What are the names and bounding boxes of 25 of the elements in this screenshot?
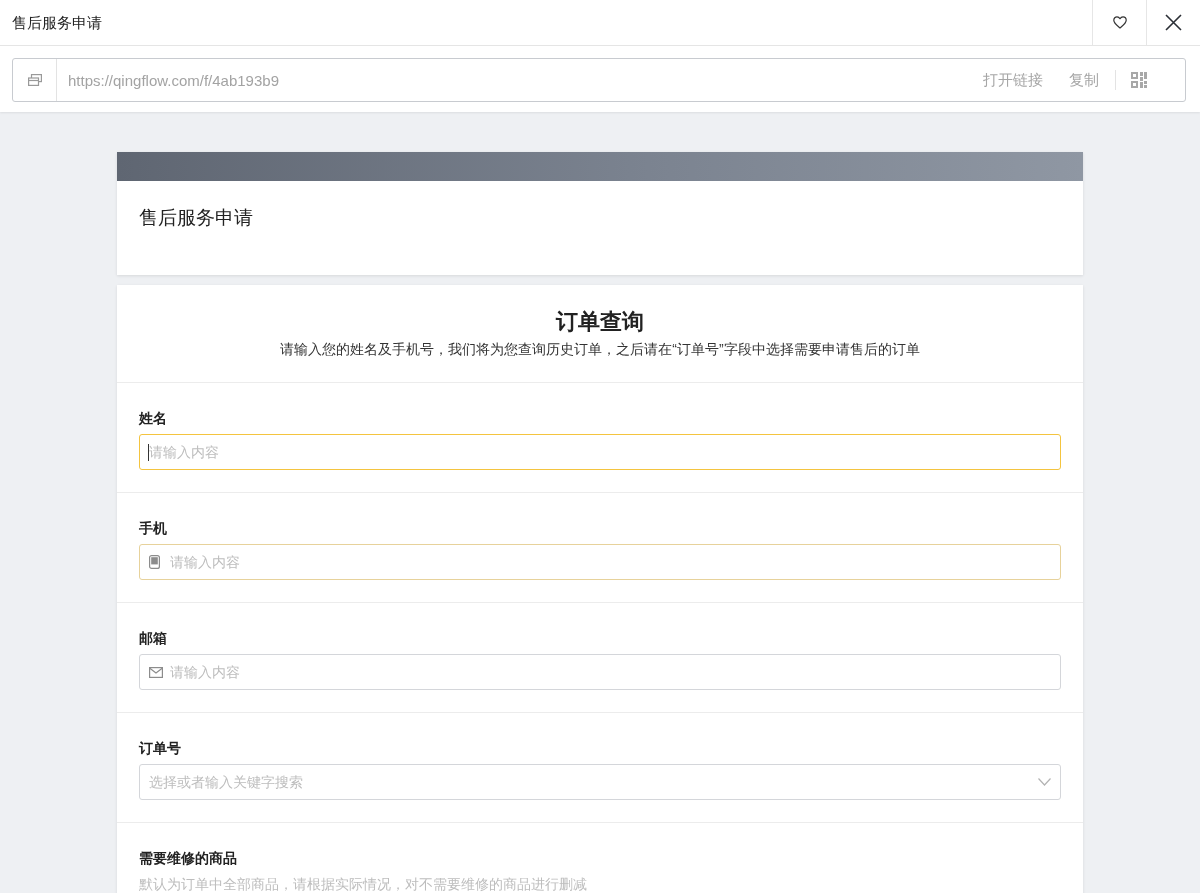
text-caret [148,444,149,461]
field-label: 订单号 [139,739,181,758]
open-link-button[interactable]: 打开链接 [970,68,1056,92]
field-label: 姓名 [139,409,167,428]
field-label: 需要维修的商品 [139,849,237,868]
phone-input[interactable]: 请输入内容 [139,544,1061,580]
form-title: 售后服务申请 [139,206,253,230]
mobile-phone-icon [149,555,160,569]
section-description: 请输入您的姓名及手机号，我们将为您查询历史订单，之后请在“订单号”字段中选择需要申请售后的订单 [280,340,920,359]
heart-icon [1112,16,1127,29]
close-icon [1165,14,1182,31]
chevron-down-icon [1038,778,1051,786]
section-title: 订单查询 [556,308,644,336]
field-label: 邮箱 [139,629,167,648]
search-select[interactable]: 选择或者输入关键字搜索 [139,764,1061,800]
stacked-windows-icon [27,74,42,86]
envelope-icon [149,666,163,678]
link-url: https://qingflow.com/f/4ab193b9 [67,71,280,89]
qr-code-icon [1131,72,1147,88]
window-title: 售后服务申请 [11,13,103,33]
field-hint: 默认为订单中全部商品，请根据实际情况，对不需要维修的商品进行删减 [139,875,587,893]
email-input[interactable]: 请输入内容 [139,654,1061,690]
copy-button[interactable]: 复制 [1056,68,1112,92]
field-label: 手机 [139,519,167,538]
text-input[interactable]: 请输入内容 [139,434,1061,470]
